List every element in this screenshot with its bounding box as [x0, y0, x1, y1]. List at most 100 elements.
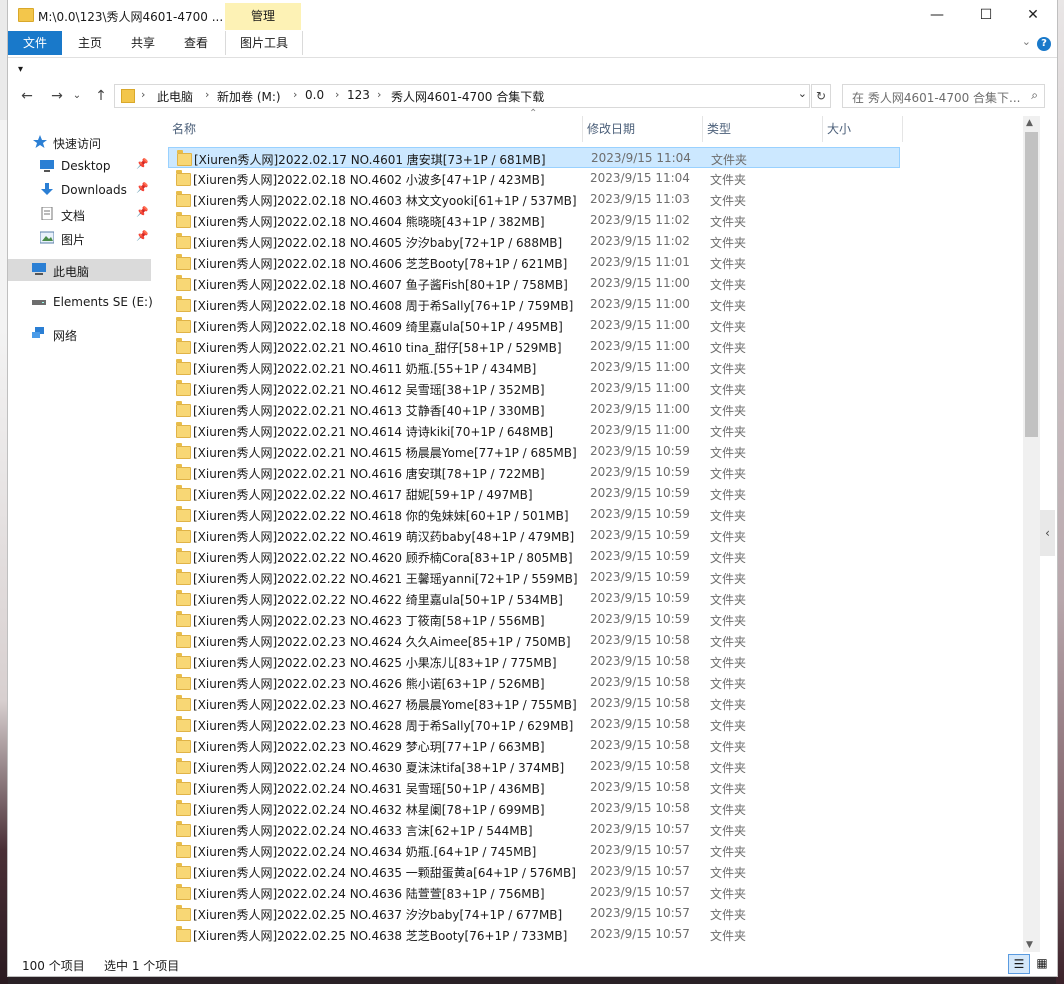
nav-quick-access[interactable]: 快速访问 — [8, 131, 151, 153]
file-row[interactable]: [Xiuren秀人网]2022.02.21 NO.4612 吴雪瑶[38+1P … — [168, 378, 900, 399]
chevron-down-icon[interactable]: ⌄ — [1022, 35, 1031, 48]
file-name: [Xiuren秀人网]2022.02.18 NO.4609 绮里嘉ula[50+… — [193, 320, 563, 334]
file-name: [Xiuren秀人网]2022.02.24 NO.4633 言沫[62+1P /… — [193, 824, 533, 838]
chevron-right-icon[interactable]: › — [335, 88, 339, 101]
breadcrumb-this-pc[interactable]: 此电脑 — [157, 88, 193, 105]
file-row[interactable]: [Xiuren秀人网]2022.02.21 NO.4615 杨晨晨Yome[77… — [168, 441, 900, 462]
file-row[interactable]: [Xiuren秀人网]2022.02.17 NO.4601 唐安琪[73+1P … — [168, 147, 900, 168]
nav-item-documents[interactable]: 文档 📌 — [8, 203, 151, 225]
file-row[interactable]: [Xiuren秀人网]2022.02.18 NO.4603 林文文yooki[6… — [168, 189, 900, 210]
nav-label: Downloads — [61, 183, 127, 197]
back-arrow-icon[interactable]: ← — [16, 84, 38, 108]
file-date: 2023/9/15 10:58 — [590, 801, 690, 815]
file-row[interactable]: [Xiuren秀人网]2022.02.24 NO.4635 一颗甜蛋黄a[64+… — [168, 861, 900, 882]
maximize-button[interactable]: ☐ — [963, 0, 1009, 30]
tab-file[interactable]: 文件 — [8, 31, 62, 55]
recent-locations-chevron-icon[interactable]: ⌄ — [70, 84, 84, 108]
file-row[interactable]: [Xiuren秀人网]2022.02.22 NO.4618 你的兔妹妹[60+1… — [168, 504, 900, 525]
file-name: [Xiuren秀人网]2022.02.23 NO.4629 梦心玥[77+1P … — [193, 740, 545, 754]
column-date-modified[interactable]: 修改日期 — [583, 116, 703, 142]
file-row[interactable]: [Xiuren秀人网]2022.02.18 NO.4607 鱼子酱Fish[80… — [168, 273, 900, 294]
file-row[interactable]: [Xiuren秀人网]2022.02.21 NO.4613 艾静香[40+1P … — [168, 399, 900, 420]
chevron-right-icon[interactable]: › — [293, 88, 297, 101]
file-row[interactable]: [Xiuren秀人网]2022.02.18 NO.4604 熊晓晓[43+1P … — [168, 210, 900, 231]
file-date: 2023/9/15 11:00 — [590, 360, 690, 374]
file-type: 文件夹 — [710, 425, 747, 439]
file-row[interactable]: [Xiuren秀人网]2022.02.24 NO.4636 陆萱萱[83+1P … — [168, 882, 900, 903]
file-row[interactable]: [Xiuren秀人网]2022.02.18 NO.4608 周于希Sally[7… — [168, 294, 900, 315]
breadcrumb-current-folder[interactable]: 秀人网4601-4700 合集下载 — [391, 88, 544, 105]
file-row[interactable]: [Xiuren秀人网]2022.02.22 NO.4622 绮里嘉ula[50+… — [168, 588, 900, 609]
file-type: 文件夹 — [711, 153, 748, 167]
chevron-right-icon[interactable]: › — [205, 88, 209, 101]
chevron-right-icon[interactable]: › — [141, 88, 145, 101]
nav-item-desktop[interactable]: Desktop 📌 — [8, 155, 151, 177]
file-row[interactable]: [Xiuren秀人网]2022.02.23 NO.4627 杨晨晨Yome[83… — [168, 693, 900, 714]
file-row[interactable]: [Xiuren秀人网]2022.02.24 NO.4630 夏沫沫tifa[38… — [168, 756, 900, 777]
file-row[interactable]: [Xiuren秀人网]2022.02.18 NO.4605 汐汐baby[72+… — [168, 231, 900, 252]
file-row[interactable]: [Xiuren秀人网]2022.02.22 NO.4620 顾乔楠Cora[83… — [168, 546, 900, 567]
scroll-down-icon[interactable]: ▼ — [1026, 940, 1033, 950]
scroll-up-icon[interactable]: ▲ — [1026, 118, 1033, 128]
close-button[interactable]: ✕ — [1010, 0, 1056, 30]
help-icon[interactable]: ? — [1037, 37, 1051, 51]
file-row[interactable]: [Xiuren秀人网]2022.02.25 NO.4638 芝芝Booty[76… — [168, 924, 900, 945]
nav-label: Elements SE (E:) — [53, 295, 153, 309]
up-arrow-icon[interactable]: ↑ — [90, 84, 112, 108]
file-date: 2023/9/15 10:59 — [590, 465, 690, 479]
quick-access-toolbar-dropdown[interactable]: ▾ — [18, 64, 23, 75]
large-icons-view-icon[interactable]: ▦ — [1032, 954, 1052, 972]
file-date: 2023/9/15 11:04 — [591, 151, 691, 165]
nav-item-network[interactable]: 网络 — [8, 323, 151, 345]
tab-share[interactable]: 共享 — [123, 31, 163, 55]
search-input[interactable]: 在 秀人网4601-4700 合集下... ⌕ — [842, 84, 1045, 108]
file-row[interactable]: [Xiuren秀人网]2022.02.18 NO.4602 小波多[47+1P … — [168, 168, 900, 189]
breadcrumb-drive[interactable]: 新加卷 (M:) — [217, 88, 281, 105]
file-row[interactable]: [Xiuren秀人网]2022.02.23 NO.4624 久久Aimee[85… — [168, 630, 900, 651]
nav-item-downloads[interactable]: Downloads 📌 — [8, 179, 151, 201]
file-row[interactable]: [Xiuren秀人网]2022.02.21 NO.4611 奶瓶.[55+1P … — [168, 357, 900, 378]
address-bar[interactable]: › 此电脑 › 新加卷 (M:) › 0.0 › 123 › 秀人网4601-4… — [114, 84, 810, 108]
tab-picture-tools[interactable]: 图片工具 — [225, 31, 303, 55]
file-row[interactable]: [Xiuren秀人网]2022.02.21 NO.4610 tina_甜仔[58… — [168, 336, 900, 357]
file-row[interactable]: [Xiuren秀人网]2022.02.21 NO.4616 唐安琪[78+1P … — [168, 462, 900, 483]
nav-item-this-pc[interactable]: 此电脑 — [8, 259, 151, 281]
forward-arrow-icon[interactable]: → — [46, 84, 68, 108]
minimize-button[interactable]: — — [914, 0, 960, 30]
file-row[interactable]: [Xiuren秀人网]2022.02.24 NO.4634 奶瓶.[64+1P … — [168, 840, 900, 861]
file-row[interactable]: [Xiuren秀人网]2022.02.23 NO.4625 小果冻儿[83+1P… — [168, 651, 900, 672]
file-row[interactable]: [Xiuren秀人网]2022.02.18 NO.4609 绮里嘉ula[50+… — [168, 315, 900, 336]
refresh-icon[interactable]: ↻ — [811, 84, 831, 108]
file-row[interactable]: [Xiuren秀人网]2022.02.22 NO.4621 王馨瑶yanni[7… — [168, 567, 900, 588]
file-row[interactable]: [Xiuren秀人网]2022.02.23 NO.4623 丁筱南[58+1P … — [168, 609, 900, 630]
manage-context-tab[interactable]: 管理 — [225, 3, 301, 30]
vertical-scrollbar[interactable]: ▲ ▼ — [1023, 116, 1040, 952]
file-row[interactable]: [Xiuren秀人网]2022.02.24 NO.4633 言沫[62+1P /… — [168, 819, 900, 840]
column-size[interactable]: 大小 — [823, 116, 903, 142]
file-row[interactable]: [Xiuren秀人网]2022.02.23 NO.4628 周于希Sally[7… — [168, 714, 900, 735]
file-row[interactable]: [Xiuren秀人网]2022.02.23 NO.4629 梦心玥[77+1P … — [168, 735, 900, 756]
breadcrumb-folder-0-0[interactable]: 0.0 — [305, 88, 324, 102]
documents-icon — [41, 207, 53, 220]
file-row[interactable]: [Xiuren秀人网]2022.02.25 NO.4637 汐汐baby[74+… — [168, 903, 900, 924]
file-row[interactable]: [Xiuren秀人网]2022.02.22 NO.4617 甜妮[59+1P /… — [168, 483, 900, 504]
nav-item-pictures[interactable]: 图片 📌 — [8, 227, 151, 249]
details-view-icon[interactable]: ☰ — [1008, 954, 1030, 974]
file-row[interactable]: [Xiuren秀人网]2022.02.22 NO.4619 萌汉药baby[48… — [168, 525, 900, 546]
file-row[interactable]: [Xiuren秀人网]2022.02.23 NO.4626 熊小诺[63+1P … — [168, 672, 900, 693]
address-dropdown-icon[interactable]: ⌄ — [798, 87, 807, 100]
nav-item-drive-e[interactable]: Elements SE (E:) — [8, 291, 153, 313]
column-name[interactable]: 名称 — [168, 116, 583, 142]
tab-view[interactable]: 查看 — [176, 31, 216, 55]
file-row[interactable]: [Xiuren秀人网]2022.02.18 NO.4606 芝芝Booty[78… — [168, 252, 900, 273]
breadcrumb-folder-123[interactable]: 123 — [347, 88, 370, 102]
file-row[interactable]: [Xiuren秀人网]2022.02.21 NO.4614 诗诗kiki[70+… — [168, 420, 900, 441]
file-row[interactable]: [Xiuren秀人网]2022.02.24 NO.4631 吴雪瑶[50+1P … — [168, 777, 900, 798]
preview-pane-toggle-icon[interactable]: ‹ — [1040, 510, 1055, 556]
scrollbar-thumb[interactable] — [1025, 132, 1038, 437]
column-type[interactable]: 类型 — [703, 116, 823, 142]
tab-home[interactable]: 主页 — [70, 31, 110, 55]
folder-icon — [176, 590, 191, 606]
chevron-right-icon[interactable]: › — [377, 88, 381, 101]
file-row[interactable]: [Xiuren秀人网]2022.02.24 NO.4632 林星阑[78+1P … — [168, 798, 900, 819]
